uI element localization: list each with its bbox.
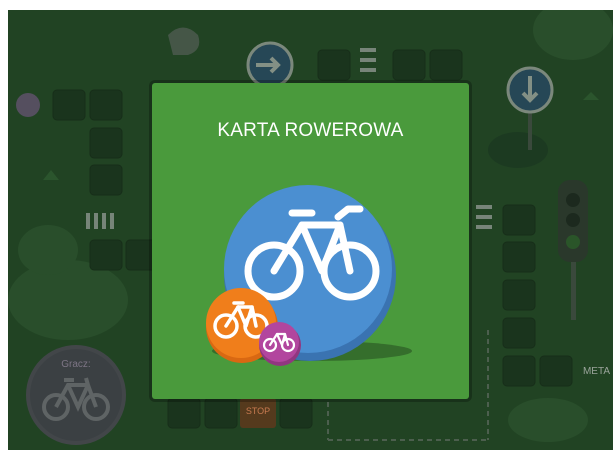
bike-card[interactable]: KARTA ROWEROWA <box>152 83 469 399</box>
player-label: Gracz: <box>61 359 91 370</box>
stop-label: STOP <box>245 406 271 416</box>
card-illustration <box>206 185 412 366</box>
game-stage: Gracz: STOP META KARTA ROWEROWA <box>0 0 613 463</box>
finish-label: META <box>582 366 611 377</box>
